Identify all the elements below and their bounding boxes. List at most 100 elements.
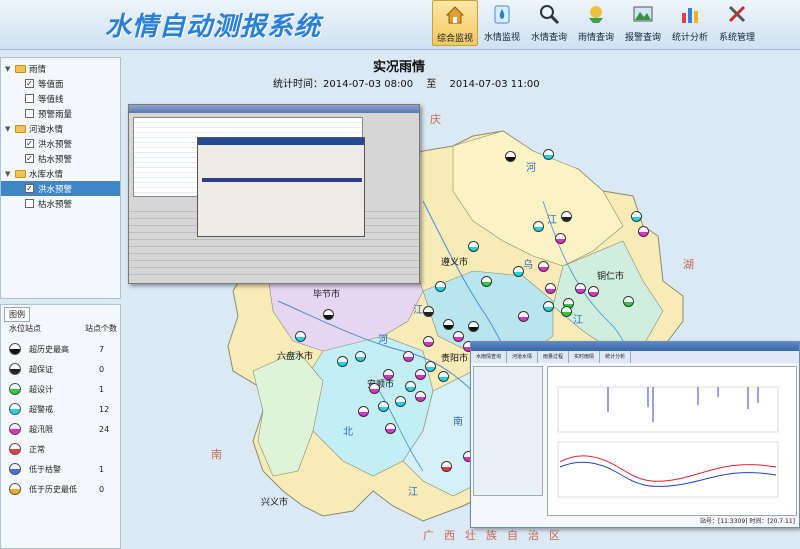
tree-label: 水库水情 bbox=[29, 169, 64, 180]
nav-label: 统计分析 bbox=[671, 33, 708, 43]
screenshot-query-panel bbox=[473, 366, 543, 496]
station-marker[interactable] bbox=[395, 396, 406, 407]
station-marker[interactable] bbox=[545, 283, 556, 294]
station-level-icon bbox=[9, 363, 21, 375]
tree-layer-item[interactable]: 等值线 bbox=[1, 91, 120, 106]
collapse-toggle-icon[interactable]: ▼ bbox=[5, 65, 13, 73]
station-marker[interactable] bbox=[441, 461, 452, 472]
screenshot-tab: 实时雨情 bbox=[569, 351, 601, 363]
tree-layer-item[interactable]: ✓ 枯水预警 bbox=[1, 151, 120, 166]
tools-icon bbox=[725, 2, 749, 26]
station-marker[interactable] bbox=[423, 336, 434, 347]
tree-folder[interactable]: ▼ 河道水情 bbox=[1, 121, 120, 136]
station-marker[interactable] bbox=[443, 319, 454, 330]
layer-checkbox[interactable]: ✓ bbox=[25, 79, 34, 88]
station-marker[interactable] bbox=[575, 283, 586, 294]
tree-label: 枯水预警 bbox=[38, 199, 73, 210]
station-marker[interactable] bbox=[405, 381, 416, 392]
province-label: 南 bbox=[211, 448, 222, 461]
tree-layer-item[interactable]: ✓ 洪水预警 bbox=[1, 136, 120, 151]
home-icon bbox=[443, 3, 467, 27]
legend-count: 7 bbox=[99, 344, 105, 354]
station-marker[interactable] bbox=[383, 369, 394, 380]
station-marker[interactable] bbox=[323, 309, 334, 320]
river-label: 江 bbox=[547, 215, 557, 226]
nav-item-1[interactable]: 水情监视 bbox=[479, 0, 525, 46]
station-marker[interactable] bbox=[295, 331, 306, 342]
layer-checkbox[interactable]: ✓ bbox=[25, 154, 34, 163]
station-marker[interactable] bbox=[543, 149, 554, 160]
magnifier-icon bbox=[537, 2, 561, 26]
nav-item-0[interactable]: 综合监视 bbox=[432, 0, 478, 46]
station-marker[interactable] bbox=[415, 391, 426, 402]
station-marker[interactable] bbox=[468, 321, 479, 332]
legend-row: 超历史最高 7 bbox=[9, 339, 119, 359]
station-marker[interactable] bbox=[518, 311, 529, 322]
station-marker[interactable] bbox=[425, 361, 436, 372]
nav-item-6[interactable]: 系统管理 bbox=[714, 0, 760, 46]
collapse-toggle-icon[interactable]: ▼ bbox=[5, 170, 13, 178]
legend-count: 1 bbox=[99, 384, 105, 394]
station-marker[interactable] bbox=[623, 296, 634, 307]
tree-layer-item[interactable]: ✓ 洪水预警 bbox=[1, 181, 120, 196]
tree-layer-item[interactable]: 枯水预警 bbox=[1, 196, 120, 211]
tree-folder[interactable]: ▼ 雨情 bbox=[1, 61, 120, 76]
station-level-icon bbox=[9, 443, 21, 455]
station-marker[interactable] bbox=[435, 281, 446, 292]
station-marker[interactable] bbox=[505, 151, 516, 162]
legend-tab[interactable]: 图例 bbox=[4, 307, 30, 322]
nav-label: 水情监视 bbox=[483, 33, 520, 43]
chart-screenshot: 水雨情查询 河道水情 雨量过程 实时雨情 统计分析 站号：[11.3309] 时间：[2… bbox=[470, 341, 800, 528]
station-marker[interactable] bbox=[423, 306, 434, 317]
station-marker[interactable] bbox=[369, 383, 380, 394]
station-marker[interactable] bbox=[355, 351, 366, 362]
station-marker[interactable] bbox=[631, 211, 642, 222]
layer-checkbox[interactable] bbox=[25, 199, 34, 208]
screenshot-dialog bbox=[197, 137, 365, 237]
collapse-toggle-icon[interactable]: ▼ bbox=[5, 125, 13, 133]
legend-row: 超保证 0 bbox=[9, 359, 119, 379]
layer-checkbox[interactable] bbox=[25, 109, 34, 118]
landscape-icon bbox=[631, 2, 655, 26]
app-header: 水情自动测报系统 综合监视 水情监视 水情查询 雨情查询 报警查询 统计分析 系统管理 bbox=[0, 0, 800, 50]
nav-item-2[interactable]: 水情查询 bbox=[526, 0, 572, 46]
station-marker[interactable] bbox=[561, 211, 572, 222]
layer-checkbox[interactable]: ✓ bbox=[25, 139, 34, 148]
layer-checkbox[interactable]: ✓ bbox=[25, 184, 34, 193]
legend-row: 低于枯警 1 bbox=[9, 459, 119, 479]
city-label: 铜仁市 bbox=[597, 272, 625, 282]
tree-layer-item[interactable]: ✓ 等值面 bbox=[1, 76, 120, 91]
station-marker[interactable] bbox=[561, 306, 572, 317]
folder-icon bbox=[15, 169, 26, 178]
tree-layer-item[interactable]: 预警雨量 bbox=[1, 106, 120, 121]
station-marker[interactable] bbox=[378, 401, 389, 412]
station-marker[interactable] bbox=[385, 423, 396, 434]
station-marker[interactable] bbox=[533, 221, 544, 232]
nav-item-4[interactable]: 报警查询 bbox=[620, 0, 666, 46]
river-label: 江 bbox=[408, 487, 418, 498]
station-marker[interactable] bbox=[468, 241, 479, 252]
nav-item-5[interactable]: 统计分析 bbox=[667, 0, 713, 46]
station-marker[interactable] bbox=[337, 356, 348, 367]
station-marker[interactable] bbox=[538, 261, 549, 272]
nav-item-3[interactable]: 雨情查询 bbox=[573, 0, 619, 46]
station-marker[interactable] bbox=[543, 301, 554, 312]
river-label: 南 bbox=[453, 417, 463, 428]
station-marker[interactable] bbox=[358, 406, 369, 417]
station-marker[interactable] bbox=[513, 266, 524, 277]
legend-count: 1 bbox=[99, 464, 105, 474]
rain-icon bbox=[584, 2, 608, 26]
station-marker[interactable] bbox=[588, 286, 599, 297]
city-label: 贵阳市 bbox=[441, 354, 469, 364]
station-marker[interactable] bbox=[638, 226, 649, 237]
station-marker[interactable] bbox=[481, 276, 492, 287]
station-marker[interactable] bbox=[438, 371, 449, 382]
legend-label: 正常 bbox=[29, 444, 45, 454]
tree-folder[interactable]: ▼ 水库水情 bbox=[1, 166, 120, 181]
layer-checkbox[interactable] bbox=[25, 94, 34, 103]
station-marker[interactable] bbox=[403, 351, 414, 362]
station-marker[interactable] bbox=[415, 369, 426, 380]
station-marker[interactable] bbox=[453, 331, 464, 342]
screenshot-tab: 水雨情查询 bbox=[471, 351, 508, 363]
station-marker[interactable] bbox=[555, 233, 566, 244]
